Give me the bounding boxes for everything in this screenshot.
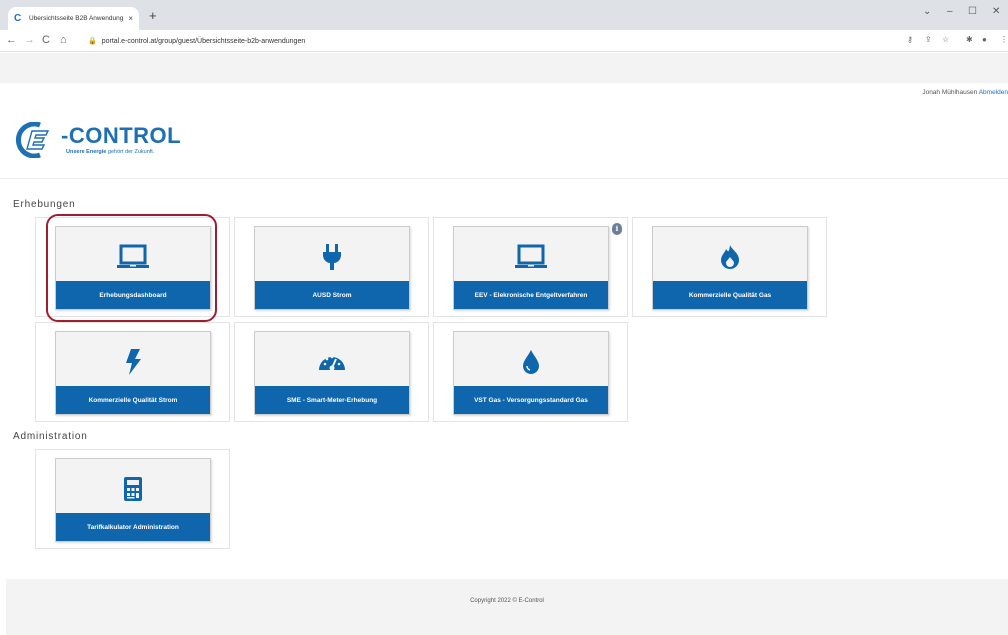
new-tab-button[interactable]: + [149, 9, 157, 22]
info-icon[interactable]: i [612, 223, 622, 235]
tile-cell-kq-gas: Kommerzielle Qualität Gas [632, 217, 827, 317]
section-title-erhebungen: Erhebungen [13, 199, 76, 210]
app-card-label: EEV - Elekronische Entgeltverfahren [454, 281, 608, 309]
calculator-icon [56, 469, 210, 509]
highlight-outline [46, 214, 217, 322]
url-text: portal.e-control.at/group/guest/Übersich… [101, 37, 306, 45]
footer: Copyright 2022 © E-Control [6, 579, 1008, 635]
tile-cell-vst-gas: VST Gas - Versorgungsstandard Gas [433, 322, 628, 422]
app-card-ausd-strom[interactable]: AUSD Strom [254, 226, 410, 310]
lock-icon: 🔒 [88, 38, 97, 45]
logout-link[interactable]: Abmelden [979, 89, 1008, 96]
share-icon[interactable]: ⇪ [925, 35, 932, 45]
tile-cell-eev: EEV - Elekronische Entgeltverfahren [433, 217, 628, 317]
extensions-icon[interactable]: ✱ [966, 35, 973, 45]
logo-wordmark: -CONTROL [61, 123, 182, 148]
app-card-label: VST Gas - Versorgungsstandard Gas [454, 386, 608, 414]
plug-icon [255, 237, 409, 277]
gauge-icon [255, 342, 409, 382]
url-field[interactable]: 🔒 portal.e-control.at/group/guest/Übersi… [88, 34, 305, 48]
footer-copyright: Copyright 2022 © E-Control [470, 598, 544, 604]
user-name: Jonah Mühlhausen [922, 89, 978, 96]
forward-icon[interactable]: → [24, 33, 35, 47]
browser-tab[interactable]: C Übersichtsseite B2B Anwendung × [8, 7, 139, 30]
menu-icon[interactable]: ⋮ [1000, 35, 1008, 45]
app-card-label: Kommerzielle Qualität Strom [56, 386, 210, 414]
tile-cell-sme: SME - Smart-Meter-Erhebung [234, 322, 429, 422]
app-card-label: Kommerzielle Qualität Gas [653, 281, 807, 309]
drop-icon [454, 342, 608, 382]
flame-icon [653, 237, 807, 277]
header-divider [0, 178, 1008, 179]
user-area: Jonah Mühlhausen Abmelden [922, 89, 1008, 96]
app-card-label: SME - Smart-Meter-Erhebung [255, 386, 409, 414]
e-control-logo[interactable]: -CONTROL Unsere Energie gehört der Zukun… [14, 122, 184, 162]
app-card-label: AUSD Strom [255, 281, 409, 309]
laptop-icon [454, 237, 608, 277]
key-icon[interactable]: ⚷ [907, 35, 913, 45]
reload-icon[interactable]: C [42, 33, 50, 47]
tab-search-icon[interactable]: ⌄ [923, 6, 931, 17]
bookmark-star-icon[interactable]: ☆ [942, 35, 949, 45]
back-icon[interactable]: ← [6, 33, 17, 47]
home-icon[interactable]: ⌂ [60, 33, 67, 47]
tab-close-icon[interactable]: × [128, 14, 133, 23]
tab-title: Übersichtsseite B2B Anwendung [29, 15, 124, 22]
app-card-tarifkalkulator-administration[interactable]: Tarifkalkulator Administration [55, 458, 211, 542]
app-card-eev[interactable]: EEV - Elekronische Entgeltverfahren [453, 226, 609, 310]
e-control-emblem-icon [16, 122, 50, 158]
maximize-icon[interactable]: ☐ [968, 6, 977, 17]
app-card-label: Tarifkalkulator Administration [56, 513, 210, 541]
browser-tab-bar: C Übersichtsseite B2B Anwendung × + ⌄ – … [0, 0, 1008, 30]
tile-cell-ausd-strom: AUSD Strom [234, 217, 429, 317]
logo-claim: Unsere Energie gehört der Zukunft. [66, 149, 155, 155]
tile-cell-kq-strom: Kommerzielle Qualität Strom [35, 322, 230, 422]
address-bar: ← → C ⌂ 🔒 portal.e-control.at/group/gues… [0, 30, 1008, 52]
profile-icon[interactable]: ● [982, 35, 987, 45]
portal-top-bar [0, 53, 1008, 83]
section-title-administration: Administration [13, 431, 88, 442]
tile-cell-tarifkalkulator: Tarifkalkulator Administration [35, 449, 230, 549]
window-close-icon[interactable]: ✕ [992, 6, 1000, 17]
bolt-icon [56, 342, 210, 382]
app-card-sme[interactable]: SME - Smart-Meter-Erhebung [254, 331, 410, 415]
app-card-kommerzielle-qualitaet-gas[interactable]: Kommerzielle Qualität Gas [652, 226, 808, 310]
app-card-vst-gas[interactable]: VST Gas - Versorgungsstandard Gas [453, 331, 609, 415]
minimize-icon[interactable]: – [947, 6, 953, 17]
app-card-kommerzielle-qualitaet-strom[interactable]: Kommerzielle Qualität Strom [55, 331, 211, 415]
site-favicon-icon: C [14, 12, 22, 24]
